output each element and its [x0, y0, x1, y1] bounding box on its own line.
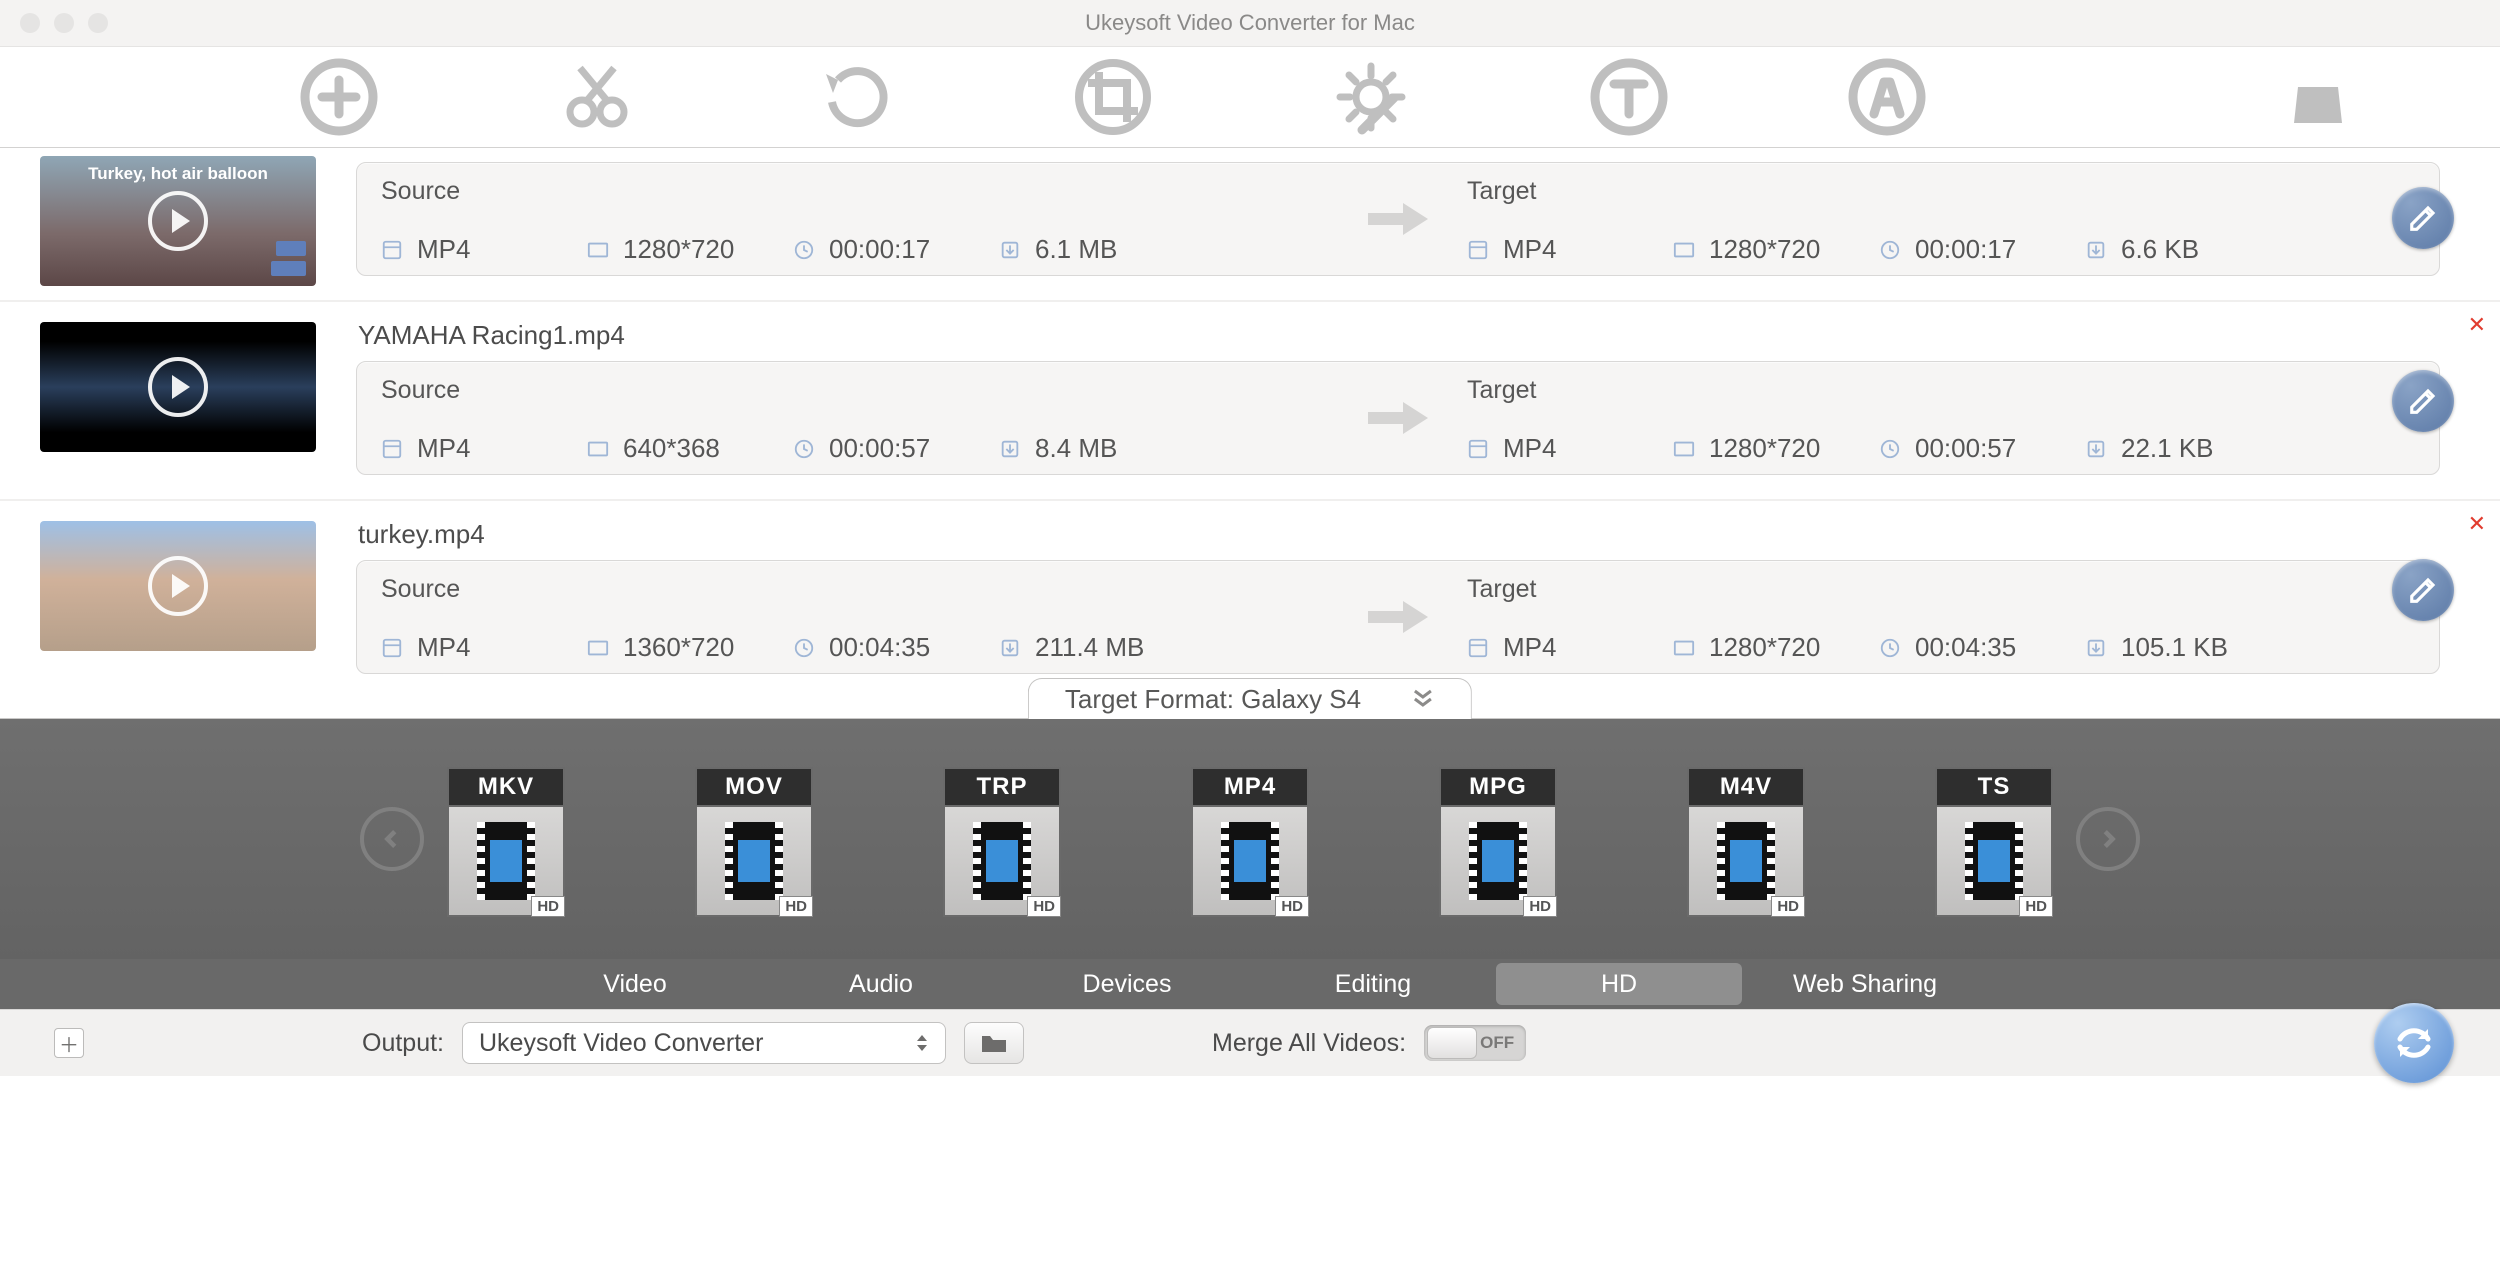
source-duration: 00:00:17 — [829, 234, 930, 265]
chevron-double-down-icon — [1411, 684, 1435, 715]
video-thumbnail[interactable] — [40, 322, 316, 452]
source-heading: Source — [381, 575, 1329, 604]
format-item-mkv[interactable]: MKVHD — [447, 767, 565, 911]
target-duration: 00:00:17 — [1915, 234, 2016, 265]
add-small-button[interactable]: ＋ — [54, 1028, 84, 1058]
app-title: Ukeysoft Video Converter for Mac — [0, 10, 2500, 36]
main-toolbar — [0, 47, 2500, 148]
target-size: 6.6 KB — [2121, 234, 2199, 265]
format-item-mov[interactable]: MOVHD — [695, 767, 813, 911]
format-item-ts[interactable]: TSHD — [1935, 767, 2053, 911]
tab-video[interactable]: Video — [512, 959, 758, 1009]
source-size: 6.1 MB — [1035, 234, 1117, 265]
effects-icon[interactable] — [1332, 52, 1410, 142]
video-info-card: Source MP4 1280*720 00:00:17 6.1 MB Targ… — [356, 162, 2440, 276]
target-resolution: 1280*720 — [1709, 234, 1820, 265]
format-carousel: MKVHD MOVHD TRPHD MP4HD MPGHD M4VHD TSHD — [0, 719, 2500, 959]
crop-icon[interactable] — [1074, 52, 1152, 142]
arrow-icon — [1353, 561, 1443, 673]
video-row: ✕ YAMAHA Racing1.mp4 Source MP4 640*368 … — [0, 302, 2500, 501]
remove-icon[interactable]: ✕ — [2468, 511, 2486, 537]
titlebar: Ukeysoft Video Converter for Mac — [0, 0, 2500, 47]
format-item-trp[interactable]: TRPHD — [943, 767, 1061, 911]
source-format: MP4 — [417, 234, 470, 265]
video-thumbnail[interactable] — [40, 521, 316, 651]
video-info-card: Source MP4 1360*720 00:04:35 211.4 MB Ta… — [356, 560, 2440, 674]
arrow-icon — [1353, 163, 1443, 275]
remove-icon[interactable]: ✕ — [2468, 312, 2486, 338]
target-heading: Target — [1467, 177, 2415, 206]
target-heading: Target — [1467, 575, 2415, 604]
edit-button[interactable] — [2392, 370, 2454, 432]
edit-button[interactable] — [2392, 187, 2454, 249]
footer-bar: ＋ Output: Ukeysoft Video Converter Merge… — [0, 1009, 2500, 1076]
play-icon[interactable] — [148, 357, 208, 417]
output-label: Output: — [362, 1029, 444, 1058]
video-row: Turkey, hot air balloon Source MP4 1280*… — [0, 148, 2500, 302]
shop-icon[interactable] — [2286, 52, 2350, 142]
video-row: ✕ turkey.mp4 Source MP4 1360*720 00:04:3… — [0, 501, 2500, 678]
tab-devices[interactable]: Devices — [1004, 959, 1250, 1009]
source-heading: Source — [381, 376, 1329, 405]
rotate-icon[interactable] — [816, 52, 894, 142]
video-thumbnail[interactable]: Turkey, hot air balloon — [40, 156, 316, 286]
carousel-prev-icon[interactable] — [360, 807, 424, 871]
video-filename: turkey.mp4 — [356, 501, 2440, 560]
tab-web-sharing[interactable]: Web Sharing — [1742, 959, 1988, 1009]
watermark-icon[interactable] — [1848, 52, 1926, 142]
format-category-tabs: VideoAudioDevicesEditingHDWeb Sharing — [0, 959, 2500, 1009]
output-folder-value: Ukeysoft Video Converter — [479, 1029, 763, 1058]
merge-toggle[interactable]: OFF — [1424, 1025, 1526, 1061]
source-resolution: 1280*720 — [623, 234, 734, 265]
format-item-m4v[interactable]: M4VHD — [1687, 767, 1805, 911]
target-heading: Target — [1467, 376, 2415, 405]
subtitle-text-icon[interactable] — [1590, 52, 1668, 142]
carousel-next-icon[interactable] — [2076, 807, 2140, 871]
open-folder-button[interactable] — [964, 1022, 1024, 1064]
tab-editing[interactable]: Editing — [1250, 959, 1496, 1009]
source-heading: Source — [381, 177, 1329, 206]
video-filename: YAMAHA Racing1.mp4 — [356, 302, 2440, 361]
arrow-icon — [1353, 362, 1443, 474]
target-format-label: Target Format: Galaxy S4 — [1065, 684, 1361, 715]
target-format-bar: Target Format: Galaxy S4 — [0, 678, 2500, 719]
target-format: MP4 — [1503, 234, 1556, 265]
convert-button[interactable] — [2374, 1003, 2454, 1083]
format-item-mp4[interactable]: MP4HD — [1191, 767, 1309, 911]
video-info-card: Source MP4 640*368 00:00:57 8.4 MB Targe… — [356, 361, 2440, 475]
merge-toggle-state: OFF — [1480, 1033, 1514, 1053]
video-list: Turkey, hot air balloon Source MP4 1280*… — [0, 148, 2500, 678]
thumbnail-caption: Turkey, hot air balloon — [40, 164, 316, 184]
tab-hd[interactable]: HD — [1496, 963, 1742, 1005]
cut-icon[interactable] — [558, 52, 636, 142]
edit-button[interactable] — [2392, 559, 2454, 621]
tab-audio[interactable]: Audio — [758, 959, 1004, 1009]
format-item-mpg[interactable]: MPGHD — [1439, 767, 1557, 911]
play-icon[interactable] — [148, 556, 208, 616]
add-file-icon[interactable] — [300, 52, 378, 142]
output-folder-select[interactable]: Ukeysoft Video Converter — [462, 1022, 946, 1064]
play-icon[interactable] — [148, 191, 208, 251]
target-format-dropdown[interactable]: Target Format: Galaxy S4 — [1028, 678, 1472, 719]
merge-label: Merge All Videos: — [1212, 1029, 1406, 1058]
